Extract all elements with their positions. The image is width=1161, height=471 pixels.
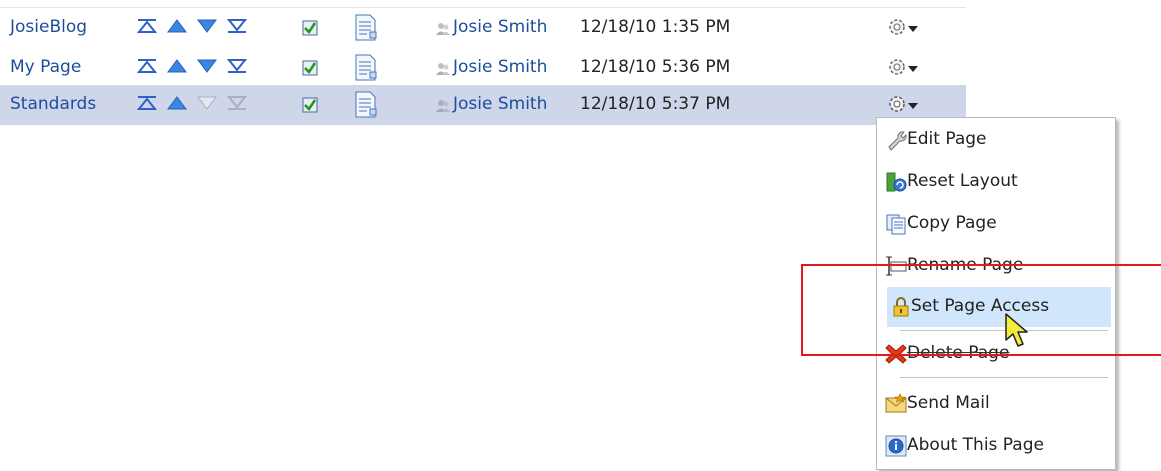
move-up-icon[interactable] <box>166 58 188 74</box>
envelope-icon <box>885 393 907 413</box>
move-to-bottom-icon[interactable] <box>226 18 248 34</box>
page-properties-icon[interactable] <box>352 14 378 42</box>
menu-item-label: About This Page <box>907 435 1044 455</box>
owner-link[interactable]: Josie Smith <box>453 17 547 37</box>
gear-menu-icon[interactable] <box>886 16 920 40</box>
owner-link[interactable]: Josie Smith <box>453 57 547 77</box>
menu-item-label: Copy Page <box>907 213 997 233</box>
table-row-selected[interactable]: Standards Josie Smith 12/18/10 5:37 PM <box>0 85 966 125</box>
last-modified-date: 12/18/10 5:36 PM <box>580 57 731 77</box>
gear-menu-icon[interactable] <box>886 56 920 80</box>
checkbox-checked-icon[interactable] <box>302 60 318 76</box>
move-to-bottom-icon[interactable] <box>226 58 248 74</box>
menu-item-label: Edit Page <box>907 129 987 149</box>
page-properties-icon[interactable] <box>352 54 378 82</box>
table-row: JosieBlog Josie Smith 12/18/10 1:35 PM <box>0 8 966 48</box>
user-icon <box>436 63 450 75</box>
user-icon <box>436 100 450 112</box>
page-properties-icon[interactable] <box>352 91 378 119</box>
reorder-controls <box>136 18 266 38</box>
move-down-icon-disabled <box>197 96 217 110</box>
wrench-icon <box>888 131 907 151</box>
reset-layout-icon <box>886 172 907 192</box>
move-to-bottom-icon-disabled <box>226 96 248 110</box>
move-up-icon[interactable] <box>166 95 188 111</box>
move-up-icon[interactable] <box>166 18 188 34</box>
page-name-link[interactable]: Standards <box>10 94 96 114</box>
menu-separator <box>900 377 1108 378</box>
last-modified-date: 12/18/10 1:35 PM <box>580 17 731 37</box>
reorder-controls <box>136 58 266 78</box>
page-name-link[interactable]: My Page <box>10 57 81 77</box>
move-down-icon[interactable] <box>196 58 218 74</box>
mouse-pointer-icon <box>1005 313 1028 347</box>
menu-item-about-this-page[interactable]: About This Page <box>878 426 1114 466</box>
menu-item-copy-page[interactable]: Copy Page <box>878 204 1114 244</box>
table-row: My Page Josie Smith 12/18/10 5:36 PM <box>0 48 966 88</box>
owner-link[interactable]: Josie Smith <box>453 94 547 114</box>
checkbox-checked-icon[interactable] <box>302 97 318 113</box>
gear-menu-icon[interactable] <box>886 93 920 117</box>
menu-item-reset-layout[interactable]: Reset Layout <box>878 162 1114 202</box>
checkbox-checked-icon[interactable] <box>302 20 318 36</box>
menu-item-edit-page[interactable]: Edit Page <box>878 120 1114 160</box>
move-down-icon[interactable] <box>196 18 218 34</box>
move-to-top-icon[interactable] <box>136 95 158 111</box>
user-icon <box>436 23 450 35</box>
last-modified-date: 12/18/10 5:37 PM <box>580 94 731 114</box>
reorder-controls <box>136 95 266 115</box>
copy-icon <box>886 214 906 235</box>
menu-item-label: Send Mail <box>907 393 990 413</box>
page-name-link[interactable]: JosieBlog <box>10 17 87 37</box>
move-to-top-icon[interactable] <box>136 58 158 74</box>
move-to-top-icon[interactable] <box>136 18 158 34</box>
info-icon <box>885 435 907 457</box>
menu-item-label: Reset Layout <box>907 171 1018 191</box>
highlight-annotation-box <box>801 264 1161 356</box>
menu-item-send-mail[interactable]: Send Mail <box>878 384 1114 424</box>
